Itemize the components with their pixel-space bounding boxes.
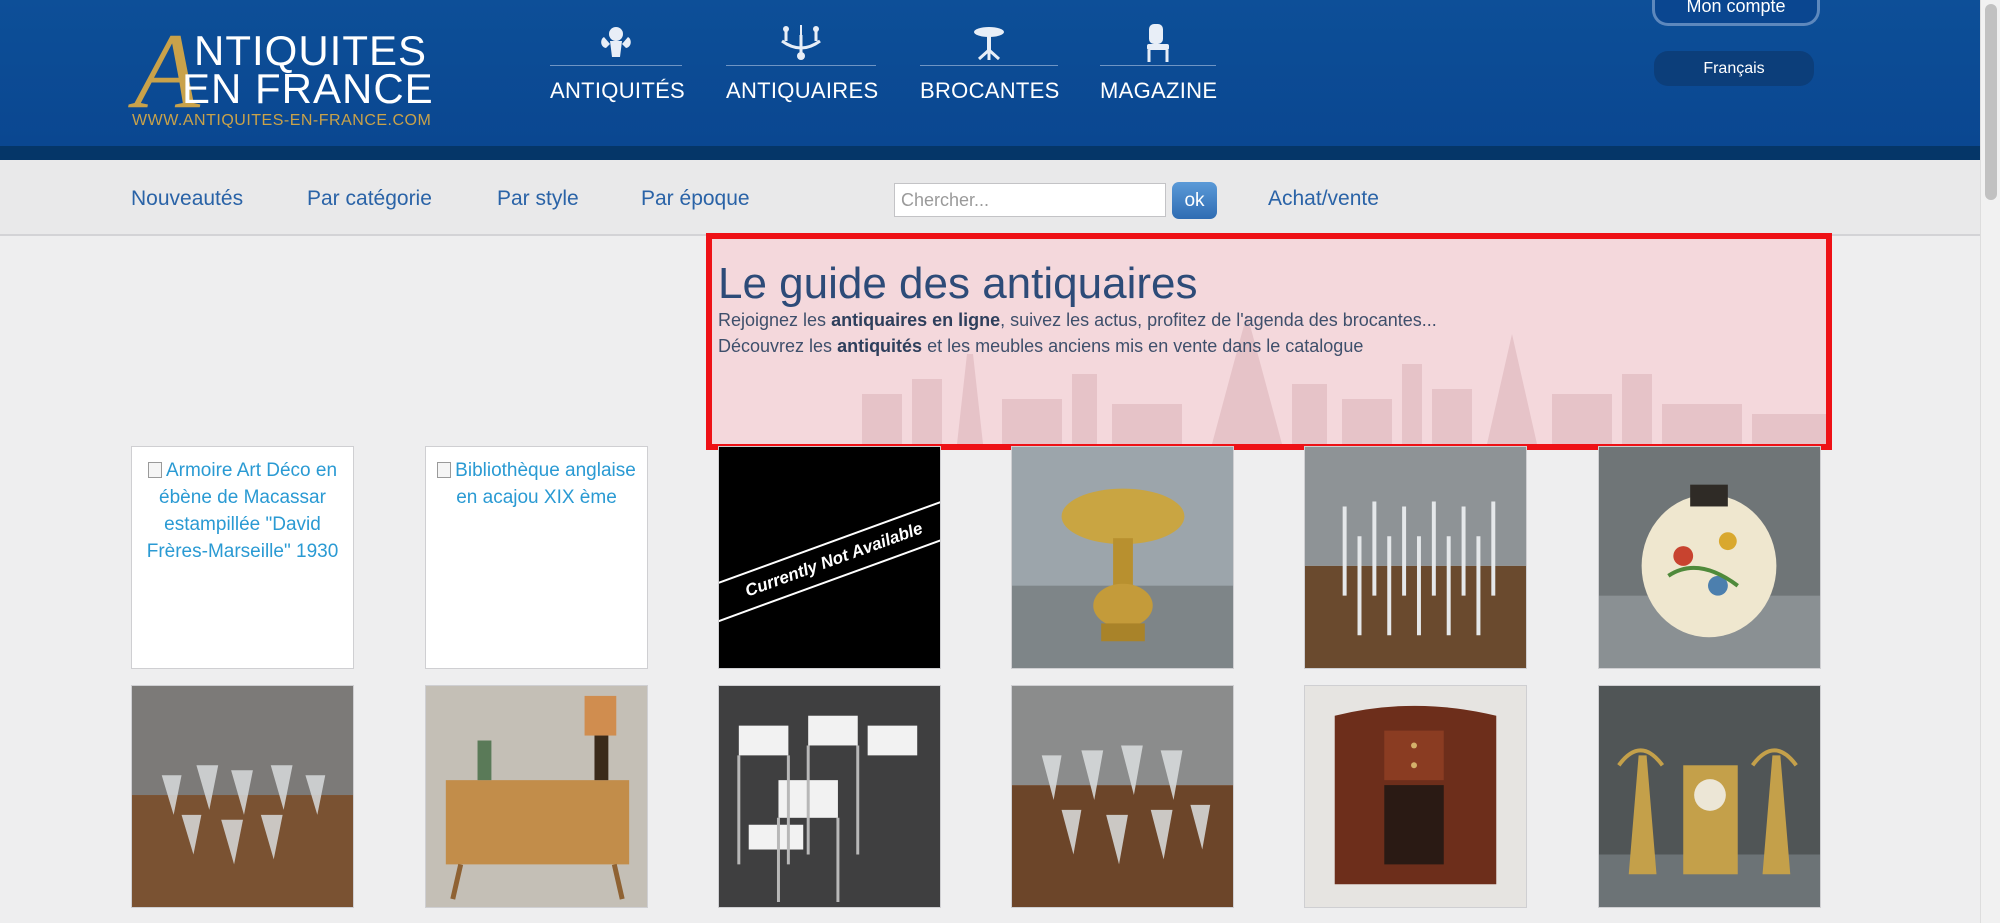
brass-lamp-photo: [1012, 447, 1233, 668]
subnav-par-style[interactable]: Par style: [497, 187, 579, 211]
sub-nav: Nouveautés Par catégorie Par style Par é…: [0, 160, 1980, 236]
page-scrollbar[interactable]: [1980, 0, 2000, 923]
nav-antiquites-label: ANTIQUITÉS: [550, 78, 686, 103]
cherub-icon: [550, 20, 682, 66]
guide-line-1-post: , suivez les actus, profitez de l'agenda…: [1000, 310, 1437, 330]
nav-brocantes[interactable]: BROCANTES: [920, 20, 1060, 110]
logo-url: WWW.ANTIQUITES-EN-FRANCE.COM: [132, 112, 432, 129]
broken-image-icon: [437, 462, 452, 478]
subnav-par-categorie[interactable]: Par catégorie: [307, 187, 432, 211]
nav-antiquaires[interactable]: ANTIQUAIRES: [726, 20, 879, 110]
chair-icon: [1100, 20, 1216, 66]
product-alt-text-value: Bibliothèque anglaise en acajou XIX ème: [455, 460, 636, 508]
guide-line-1-pre: Rejoignez les: [718, 310, 832, 330]
language-selector[interactable]: Français: [1654, 51, 1814, 86]
nav-brocantes-label: BROCANTES: [920, 78, 1060, 103]
header-stripe: [0, 146, 1980, 160]
search-ok-button[interactable]: ok: [1172, 182, 1217, 219]
champagne-flutes-photo: [1305, 447, 1526, 668]
product-tile[interactable]: [1011, 685, 1234, 908]
guide-banner: Le guide des antiquaires Rejoignez les a…: [706, 233, 1832, 450]
nav-antiquaires-label: ANTIQUAIRES: [726, 78, 879, 103]
nav-magazine-label: MAGAZINE: [1100, 78, 1218, 103]
site-logo[interactable]: A NTIQUITES EN FRANCE WWW.ANTIQUITES-EN-…: [130, 18, 440, 134]
guide-line-2-pre: Découvrez les: [718, 336, 838, 356]
product-tile[interactable]: [425, 685, 648, 908]
logo-line-2: EN FRANCE: [182, 65, 434, 112]
subnav-achat-vente[interactable]: Achat/vente: [1268, 187, 1379, 211]
guide-line-2: Découvrez les antiquités et les meubles …: [718, 336, 1363, 357]
site-header: A NTIQUITES EN FRANCE WWW.ANTIQUITES-EN-…: [0, 0, 1980, 160]
floral-vase-photo: [1599, 447, 1820, 668]
product-tile[interactable]: [1598, 446, 1821, 669]
subnav-nouveautes[interactable]: Nouveautés: [131, 187, 243, 211]
product-tile[interactable]: Currently Not Available: [718, 446, 941, 669]
antiquaires-en-ligne-link[interactable]: antiquaires en ligne: [831, 310, 1000, 330]
nav-antiquites[interactable]: ANTIQUITÉS: [550, 20, 686, 110]
guide-line-1: Rejoignez les antiquaires en ligne, suiv…: [718, 310, 1437, 331]
guide-title: Le guide des antiquaires: [718, 259, 1198, 308]
product-alt-text: Bibliothèque anglaise en acajou XIX ème: [426, 457, 647, 511]
product-tile[interactable]: [1304, 446, 1527, 669]
wine-glasses-photo: [1012, 686, 1233, 907]
search-input[interactable]: [894, 183, 1166, 217]
broken-image-icon: [147, 462, 162, 478]
product-tile[interactable]: [1304, 685, 1527, 908]
product-tile[interactable]: [131, 685, 354, 908]
table-icon: [920, 20, 1058, 66]
gilt-clock-set-photo: [1599, 686, 1820, 907]
not-available-label: Currently Not Available: [719, 495, 940, 625]
white-armchairs-photo: [719, 686, 940, 907]
product-tile[interactable]: Bibliothèque anglaise en acajou XIX ème: [425, 446, 648, 669]
product-tile[interactable]: [718, 685, 941, 908]
chandelier-icon: [726, 20, 876, 66]
product-tile[interactable]: Armoire Art Déco en ébène de Macassar es…: [131, 446, 354, 669]
art-deco-cabinet-photo: [1305, 686, 1526, 907]
product-alt-text-value: Armoire Art Déco en ébène de Macassar es…: [146, 460, 339, 562]
subnav-par-epoque[interactable]: Par époque: [641, 187, 750, 211]
crystal-glasses-photo: [132, 686, 353, 907]
product-tile[interactable]: [1011, 446, 1234, 669]
nav-magazine[interactable]: MAGAZINE: [1100, 20, 1218, 110]
sideboard-photo: [426, 686, 647, 907]
my-account-button[interactable]: Mon compte: [1652, 0, 1820, 26]
product-tile[interactable]: [1598, 685, 1821, 908]
antiquites-link[interactable]: antiquités: [837, 336, 922, 356]
product-alt-text: Armoire Art Déco en ébène de Macassar es…: [132, 457, 353, 565]
guide-line-2-post: et les meubles anciens mis en vente dans…: [922, 336, 1364, 356]
scrollbar-thumb[interactable]: [1985, 4, 1997, 200]
